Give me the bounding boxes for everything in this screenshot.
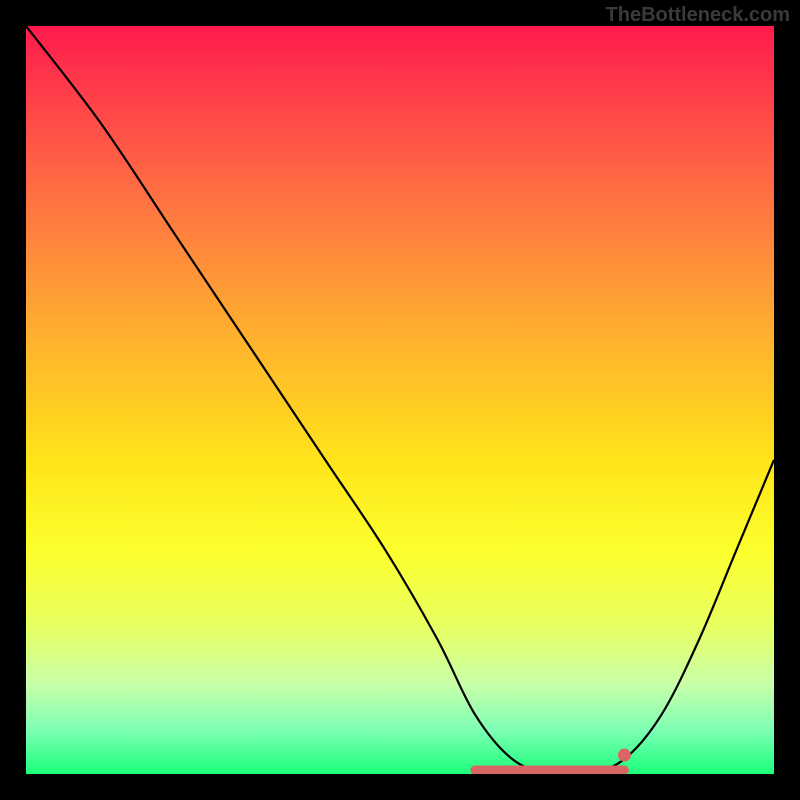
chart-svg: [26, 26, 774, 774]
marker-point: [618, 749, 630, 761]
bottleneck-curve: [26, 26, 774, 774]
chart-plot-area: [26, 26, 774, 774]
watermark-text: TheBottleneck.com: [606, 4, 790, 27]
